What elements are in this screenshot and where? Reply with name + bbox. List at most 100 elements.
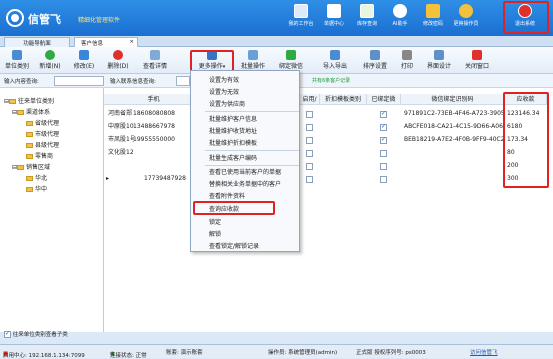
add-button[interactable]: 新增(N): [36, 49, 64, 72]
import-export-icon: [330, 50, 340, 60]
folder-icon: [9, 99, 17, 104]
menu-item-set-valid[interactable]: 设置为有效: [209, 75, 239, 84]
status-bar: ■ 启用中心: 192.168.1.134:7099 ● 连接状态: 正常 账套…: [0, 344, 553, 359]
menu-item-batch-code[interactable]: 批量生成客户编码: [209, 153, 257, 162]
interface-design-button[interactable]: 界面设计: [424, 49, 454, 72]
menu-separator: [205, 165, 299, 166]
tab-bar: 功能导航面 客户信息 ×: [0, 36, 553, 47]
batch-operation-button[interactable]: 批量操作: [238, 49, 268, 72]
batch-icon: [248, 50, 258, 60]
operator-status: 操作员: 系统管理员(admin): [268, 350, 338, 356]
search-input[interactable]: [54, 76, 104, 86]
account-status: 账套: 演示账套: [166, 350, 203, 356]
wechat-bound-checkbox[interactable]: [380, 123, 387, 131]
close-window-button[interactable]: 关闭窗口: [462, 49, 492, 72]
menu-item-attachments[interactable]: 查看附件资料: [209, 191, 245, 200]
edit-button[interactable]: 修改(E): [70, 49, 98, 72]
user-icon: [459, 4, 473, 18]
sort-icon: [370, 50, 380, 60]
design-icon: [434, 50, 444, 60]
menu-separator: [205, 150, 299, 151]
wechat-bound-checkbox[interactable]: [380, 163, 387, 170]
tab-customer-info[interactable]: 客户信息 ×: [74, 37, 138, 47]
exit-highlight: [503, 1, 549, 34]
enabled-checkbox[interactable]: [306, 124, 313, 131]
column-header-discount[interactable]: 折扣模板类别: [320, 94, 367, 105]
folder-icon: [17, 110, 25, 115]
folder-icon: [26, 176, 33, 181]
wechat-bound-checkbox[interactable]: [380, 136, 387, 144]
version-status: 正式版 授权序列号: ps0003: [356, 350, 426, 356]
support-link[interactable]: 访问信管飞: [470, 348, 498, 356]
print-icon: [402, 50, 412, 60]
lock-icon: [426, 4, 440, 18]
brand-name: 信管飞: [28, 13, 61, 26]
tree-item-county[interactable]: 县级代理: [26, 140, 59, 149]
tree-item-north[interactable]: 华北: [26, 173, 47, 182]
add-icon: [45, 50, 55, 60]
folder-icon: [26, 121, 33, 126]
logo-icon: [6, 9, 24, 27]
search-label: 输入内容查询:: [4, 79, 39, 85]
grid-icon: [360, 4, 374, 18]
menu-item-batch-address[interactable]: 批量维护收货地址: [209, 126, 257, 135]
tree-item-sales-region[interactable]: ⊟ 销售区域: [12, 162, 50, 171]
enabled-checkbox[interactable]: [306, 111, 313, 118]
tree-item-retailer[interactable]: 零售商: [26, 151, 53, 160]
enabled-checkbox[interactable]: [306, 176, 313, 183]
tree-item-province[interactable]: 省级代理: [26, 118, 59, 127]
menu-item-lock-records[interactable]: 查看锁定/解锁记录: [209, 241, 259, 250]
query-receivable-highlight: [193, 201, 275, 215]
wechat-bound-checkbox[interactable]: [380, 110, 387, 118]
view-detail-button[interactable]: 查看详情: [140, 49, 170, 72]
enabled-checkbox[interactable]: [306, 137, 313, 144]
sort-settings-button[interactable]: 排序设置: [360, 49, 390, 72]
column-header-wechat-bound[interactable]: 已绑定微: [367, 94, 401, 105]
switch-operator-button[interactable]: 更换操作员: [447, 3, 485, 33]
enabled-checkbox[interactable]: [306, 163, 313, 170]
menu-item-batch-customer-info[interactable]: 批量维护客户信息: [209, 114, 257, 123]
contact-search-input[interactable]: [176, 76, 190, 86]
category-tree: ⊟ 往来单位类别 ⊟ 渠道体系 省级代理 市级代理 县级代理 零售商 ⊟ 销售区域 华…: [0, 88, 104, 332]
contact-search-label: 输入联系信息查询:: [110, 79, 156, 85]
document-icon: [327, 4, 341, 18]
column-header-enabled[interactable]: 启用/: [300, 94, 320, 105]
delete-button[interactable]: 删除(D): [104, 49, 132, 72]
close-window-icon: [472, 50, 482, 60]
menu-item-set-supplier[interactable]: 设置为供应商: [209, 99, 245, 108]
subcategory-checkbox-row[interactable]: 往来单位类别查看子类: [4, 330, 68, 338]
robot-icon: [393, 4, 407, 18]
category-icon: [12, 50, 22, 60]
menu-item-unlock[interactable]: 解锁: [209, 229, 221, 238]
wechat-bound-checkbox[interactable]: [380, 150, 387, 157]
column-header-wechat-code[interactable]: 微信绑定识别码: [401, 94, 505, 105]
menu-item-set-invalid[interactable]: 设置为无效: [209, 87, 239, 96]
tree-item-channel[interactable]: ⊟ 渠道体系: [12, 107, 50, 116]
subcategory-checkbox[interactable]: [4, 330, 11, 338]
close-tab-icon[interactable]: ×: [129, 39, 134, 45]
receivable-highlight: [503, 92, 549, 188]
unit-category-button[interactable]: 单位类别: [2, 49, 32, 72]
tree-item-root[interactable]: ⊟ 往来单位类别: [4, 96, 54, 105]
enabled-checkbox[interactable]: [306, 150, 313, 157]
wechat-bound-checkbox[interactable]: [380, 176, 387, 183]
tree-item-city[interactable]: 市级代理: [26, 129, 59, 138]
folder-icon: [26, 187, 33, 192]
more-actions-menu: 设置为有效 设置为无效 设置为供应商 批量维护客户信息 批量维护收货地址 批量维…: [190, 70, 300, 252]
menu-item-batch-discount[interactable]: 批量维护折扣模板: [209, 138, 257, 147]
folder-icon: [17, 165, 25, 170]
menu-item-lock[interactable]: 锁定: [209, 217, 221, 226]
menu-item-replace-customer[interactable]: 替换相关业务单据中的客户: [209, 179, 281, 188]
print-button[interactable]: 打印: [396, 49, 418, 72]
folder-icon: [26, 154, 33, 159]
tree-item-central[interactable]: 华中: [26, 184, 47, 193]
bind-wechat-button[interactable]: 绑定微信: [276, 49, 306, 72]
folder-icon: [26, 143, 33, 148]
folder-icon: [26, 132, 33, 137]
tab-navigation[interactable]: 功能导航面: [4, 37, 70, 47]
menu-item-view-documents[interactable]: 查看已使用当前客户的单据: [209, 167, 281, 176]
column-header-phone[interactable]: 手机: [104, 94, 204, 105]
record-count: 共有6条客户记录: [312, 78, 351, 84]
delete-icon: [113, 50, 123, 60]
import-export-button[interactable]: 导入导出: [318, 49, 352, 72]
